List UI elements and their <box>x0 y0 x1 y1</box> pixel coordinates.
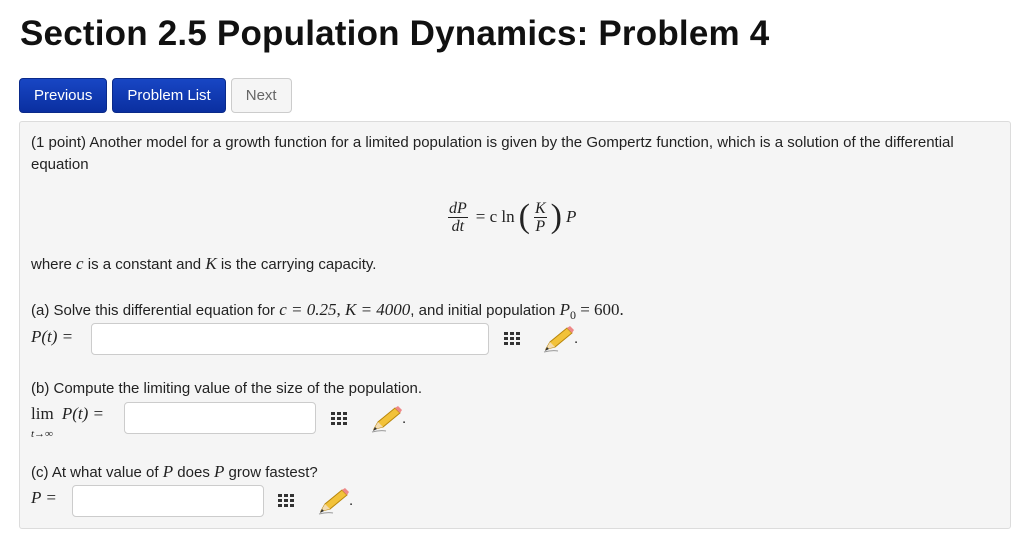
pencil-icon <box>371 406 402 433</box>
part-c-p1: P <box>162 462 174 481</box>
part-a-question: (a) Solve this differential equation for… <box>31 299 624 326</box>
equals-c-ln: = c ln <box>475 207 515 226</box>
where-pre: where <box>31 256 77 273</box>
part-a-sep: , <box>336 300 345 319</box>
part-c-pre: (c) At what value of <box>31 464 163 481</box>
part-a-answer-input[interactable] <box>91 323 489 355</box>
problem-body: (1 point) Another model for a growth fun… <box>19 121 1011 529</box>
equation-editor-icon <box>278 494 294 507</box>
equation-editor-icon[interactable] <box>269 488 303 514</box>
problem-nav: Previous Problem List Next <box>19 78 292 113</box>
part-c-mid: does <box>173 464 214 481</box>
pencil-icon[interactable] <box>542 325 574 353</box>
inner-fraction: K P <box>533 199 547 235</box>
where-post: is the carrying capacity. <box>216 256 377 273</box>
where-mid: is a constant and <box>83 256 206 273</box>
equation-editor-icon[interactable] <box>495 326 529 352</box>
part-c-period: . <box>349 492 354 509</box>
differential-equation: dP dt = c ln ( K P ) P <box>448 192 576 242</box>
part-c-p2: P <box>214 462 225 481</box>
part-a-mid: , and initial population <box>410 302 560 319</box>
inner-numerator: K <box>533 199 547 218</box>
part-a-p0: P <box>559 300 570 319</box>
equation-editor-icon <box>504 332 520 345</box>
part-b-answer-input[interactable] <box>124 402 316 434</box>
previous-button[interactable]: Previous <box>19 78 108 113</box>
part-a-c: c = 0.25 <box>279 300 337 319</box>
part-b-period: . <box>402 410 407 427</box>
part-c-label: P = <box>31 488 57 507</box>
equation-editor-icon[interactable] <box>322 406 356 432</box>
right-paren: ) <box>550 198 562 235</box>
part-c-post: grow fastest? <box>224 464 318 481</box>
equation-editor-icon <box>331 412 347 425</box>
where-k: K <box>205 254 217 273</box>
lim-text: lim <box>31 404 54 423</box>
lim-subscript: t→∞ <box>31 428 53 440</box>
part-b-label: lim P(t) = t→∞ <box>31 403 104 443</box>
next-button[interactable]: Next <box>230 78 292 113</box>
part-a-p0-val: = 600. <box>575 300 624 319</box>
part-b-rhs: P(t) = <box>61 404 104 423</box>
part-a-k: K = 4000 <box>344 300 411 319</box>
part-b-question: (b) Compute the limiting value of the si… <box>31 380 423 397</box>
problem-list-button[interactable]: Problem List <box>112 78 226 113</box>
part-a-pre: (a) Solve this differential equation for <box>31 302 280 319</box>
pencil-icon <box>318 488 349 515</box>
part-a-label: P(t) = <box>31 327 74 346</box>
lhs-numerator: dP <box>448 199 468 218</box>
inner-denominator: P <box>535 217 546 235</box>
page-title: Section 2.5 Population Dynamics: Problem… <box>20 14 770 53</box>
pencil-icon <box>543 326 574 353</box>
where-c: c <box>76 254 84 273</box>
pencil-icon[interactable] <box>317 487 349 515</box>
equation-tail: P <box>565 207 577 226</box>
pencil-icon[interactable] <box>370 405 402 433</box>
part-c-answer-input[interactable] <box>72 485 264 517</box>
problem-intro: (1 point) Another model for a growth fun… <box>31 134 954 173</box>
part-c-question: (c) At what value of P does P grow faste… <box>31 461 318 484</box>
lhs-fraction: dP dt <box>448 200 468 235</box>
left-paren: ( <box>518 198 530 235</box>
part-a-period: . <box>574 330 579 347</box>
where-statement: where c is a constant and K is the carry… <box>31 253 376 276</box>
lhs-denominator: dt <box>451 217 465 235</box>
